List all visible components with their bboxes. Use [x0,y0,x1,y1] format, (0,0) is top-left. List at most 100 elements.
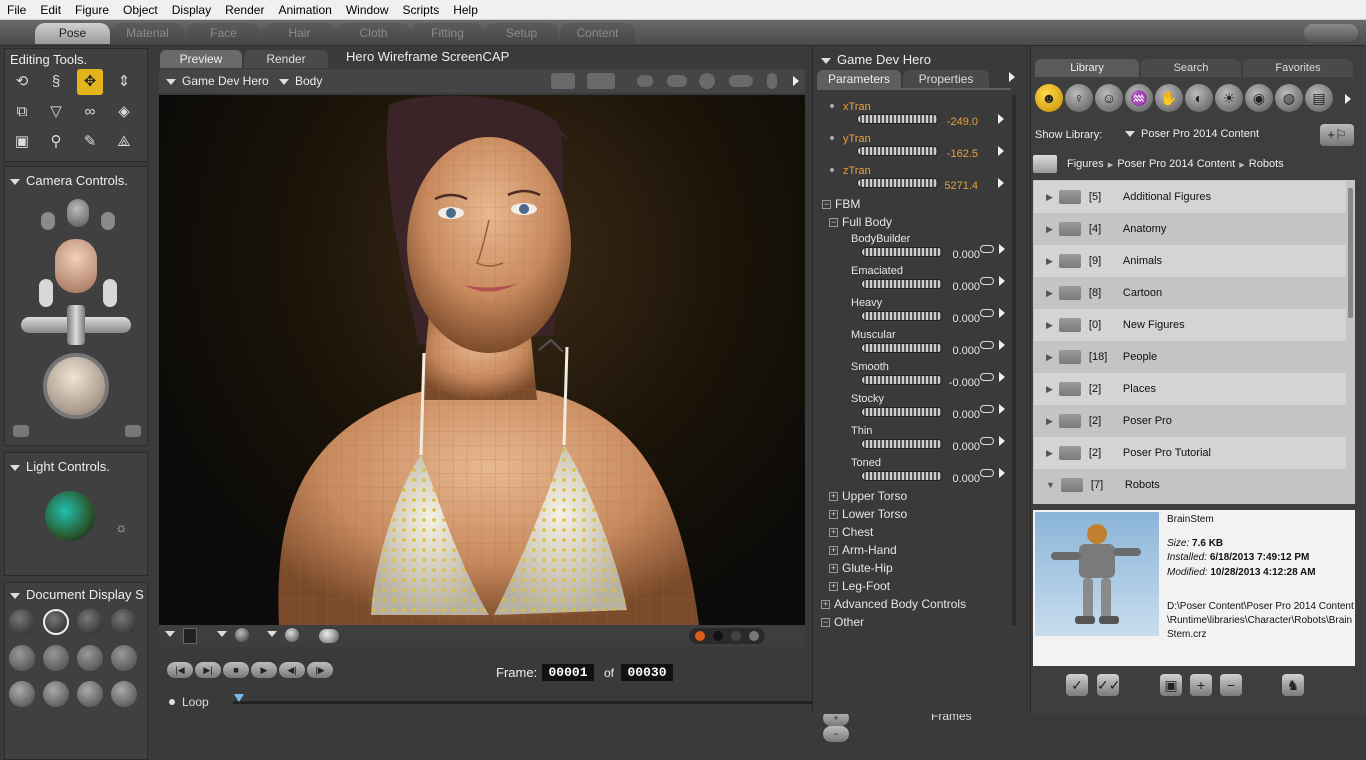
view-option-icon-4[interactable] [729,75,753,87]
taper-tool-icon[interactable]: ▽ [43,99,69,125]
menu-render[interactable]: Render [218,3,271,17]
expand-plus-icon[interactable]: + [829,564,838,574]
menu-window[interactable]: Window [339,3,396,17]
materials-category-icon[interactable]: ◍ [1275,84,1303,112]
stop-button[interactable]: ■ [223,662,249,678]
toolbar-more-arrow-icon[interactable] [793,76,799,86]
collapsed-arrow-icon[interactable]: ▶ [1046,224,1053,235]
room-tab-content[interactable]: Content [560,23,635,44]
morph-menu-arrow-icon[interactable] [999,468,1005,478]
ground-menu-triangle-icon[interactable] [165,631,175,637]
dependency-link-icon[interactable] [980,309,994,317]
hidden-line-style-icon[interactable] [111,609,137,635]
chain-break-tool-icon[interactable]: ∞ [77,99,103,125]
timeline-track[interactable] [233,701,913,704]
right-hand-camera-icon[interactable] [101,212,115,230]
loop-radio[interactable] [169,699,175,705]
collapsed-arrow-icon[interactable]: ▶ [1046,448,1053,459]
dependency-link-icon[interactable] [980,469,994,477]
morph-value[interactable]: 0.000 [936,473,980,485]
room-tab-face[interactable]: Face [186,23,261,44]
room-tab-fitting[interactable]: Fitting [410,23,485,44]
room-tab-hair[interactable]: Hair [262,23,337,44]
add-to-library-button[interactable]: + [1190,674,1212,696]
rotate-tool-icon[interactable]: ⟲ [9,69,35,95]
morph-value[interactable]: -0.000 [936,377,980,389]
go-to-start-button[interactable]: |◀ [167,662,193,678]
view-option-icon-2[interactable] [667,75,687,87]
outline-style-icon[interactable] [43,609,69,635]
view-option-icon-5[interactable] [767,73,777,89]
morph-value[interactable]: 0.000 [936,313,980,325]
search-tab[interactable]: Search [1141,59,1241,77]
collapsed-arrow-icon[interactable]: ▶ [1046,320,1053,331]
camera-animate-icon[interactable] [125,425,141,437]
morph-menu-arrow-icon[interactable] [999,244,1005,254]
menu-animation[interactable]: Animation [271,3,338,17]
shadow-menu-triangle-icon[interactable] [217,631,227,637]
morph-menu-arrow-icon[interactable] [999,436,1005,446]
collapsed-arrow-icon[interactable]: ▶ [1046,192,1053,203]
camera-select-icon[interactable] [551,73,575,89]
library-more-arrow-icon[interactable] [1345,94,1351,104]
expand-plus-icon[interactable]: + [829,528,838,538]
morph-dial[interactable] [861,471,943,481]
param-menu-arrow-icon[interactable] [998,114,1004,124]
library-folder-row[interactable]: ▶ [9] Animals [1034,245,1346,277]
dependency-link-icon[interactable] [980,341,994,349]
menu-display[interactable]: Display [165,3,218,17]
3d-viewport[interactable] [159,95,805,625]
subgroup-row[interactable]: + Lower Torso [829,507,907,521]
morph-value[interactable]: 0.000 [936,281,980,293]
step-forward-button[interactable]: |▶ [307,662,333,678]
morph-dial[interactable] [861,439,943,449]
expanded-arrow-icon[interactable]: ▼ [1046,480,1055,490]
collapse-minus-icon[interactable]: − [822,200,831,210]
library-scrollbar[interactable] [1348,188,1353,318]
param-menu-arrow-icon[interactable] [998,178,1004,188]
translate-in-out-tool-icon[interactable]: ⇕ [111,69,137,95]
advanced-body-controls-group[interactable]: + Advanced Body Controls [821,597,966,611]
swatch-orange[interactable] [695,631,705,641]
expand-plus-icon[interactable]: + [829,510,838,520]
left-hand-cam-icon[interactable] [39,279,53,307]
background-color-icon[interactable] [183,628,197,644]
color-tool-icon[interactable]: ◈ [111,99,137,125]
parameters-scrollbar[interactable] [1012,95,1016,625]
morph-dial[interactable] [861,375,943,385]
morph-menu-arrow-icon[interactable] [999,372,1005,382]
dependency-link-icon[interactable] [980,277,994,285]
room-tab-pose[interactable]: Pose [35,23,110,44]
shadow-ball-icon[interactable] [235,628,249,642]
morph-dial[interactable] [861,247,943,257]
param-menu-arrow-icon[interactable] [998,146,1004,156]
room-tab-material[interactable]: Material [110,23,185,44]
properties-tab[interactable]: Properties [903,70,989,88]
library-folder-row[interactable]: ▶ [2] Poser Pro [1034,405,1346,437]
morph-dial[interactable] [861,311,943,321]
favorites-tab[interactable]: Favorites [1243,59,1353,77]
play-button[interactable]: ▶ [251,662,277,678]
body-part-select-menu[interactable]: Body [279,74,322,88]
figure-ball-menu-triangle-icon[interactable] [267,631,277,637]
light-sun-icon[interactable]: ☼ [115,519,128,535]
collapsed-arrow-icon[interactable]: ▶ [1046,416,1053,427]
morph-menu-arrow-icon[interactable] [999,276,1005,286]
preview-tab[interactable]: Preview [160,50,242,68]
param-dial[interactable] [857,178,939,188]
wireframe-style-icon[interactable] [77,609,103,635]
collapsed-arrow-icon[interactable]: ▶ [1046,288,1053,299]
camera-lock-icon[interactable] [13,425,29,437]
param-value[interactable]: -162.5 [930,148,978,160]
other-group[interactable]: − Other [821,615,864,629]
expand-plus-icon[interactable]: + [829,546,838,556]
collapsed-arrow-icon[interactable]: ▶ [1046,384,1053,395]
render-area-icon[interactable] [587,73,615,89]
silhouette-style-icon[interactable] [9,609,35,635]
total-frames-field[interactable]: 00030 [621,664,673,681]
apply-button[interactable]: ✓ [1066,674,1088,696]
menu-object[interactable]: Object [116,3,165,17]
direct-manipulation-tool-icon[interactable]: ⟁ [111,129,137,155]
menu-scripts[interactable]: Scripts [396,3,447,17]
view-magnifier-tool-icon[interactable]: ⚲ [43,129,69,155]
